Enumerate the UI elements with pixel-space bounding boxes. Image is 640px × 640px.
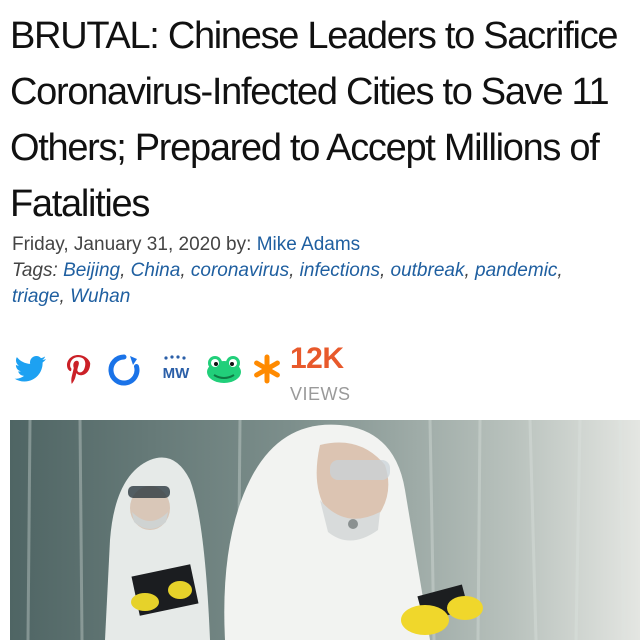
share-bar: MW 12K VIEWS: [14, 342, 414, 404]
article-meta: Friday, January 31, 2020 by: Mike Adams …: [12, 232, 637, 310]
gab-icon[interactable]: [204, 354, 244, 386]
by-label: by:: [220, 234, 257, 255]
pinterest-icon[interactable]: [64, 354, 92, 386]
tag-link-coronavirus[interactable]: coronavirus: [191, 260, 289, 281]
article-headline: BRUTAL: Chinese Leaders to Sacrifice Cor…: [10, 15, 619, 225]
tag-link-outbreak[interactable]: outbreak: [391, 260, 465, 281]
twitter-icon[interactable]: [14, 354, 48, 384]
tags-label: Tags:: [12, 260, 64, 281]
mewe-text: MW: [163, 365, 190, 382]
social-ring-icon[interactable]: [106, 354, 142, 386]
author-link[interactable]: Mike Adams: [257, 234, 360, 255]
hazmat-photo: [10, 420, 640, 640]
tag-link-china[interactable]: China: [131, 260, 181, 281]
tag-link-wuhan[interactable]: Wuhan: [70, 286, 130, 307]
hero-image: [10, 420, 640, 640]
star-icon[interactable]: [252, 354, 282, 384]
article-date: Friday, January 31, 2020: [12, 234, 221, 255]
views-label: VIEWS: [290, 384, 351, 404]
views-count: 12K: [290, 342, 344, 375]
tag-link-triage[interactable]: triage: [12, 286, 60, 307]
tags-line: Tags: Beijing, China, coronavirus, infec…: [12, 260, 563, 307]
byline: Friday, January 31, 2020 by: Mike Adams: [12, 232, 637, 258]
mewe-icon[interactable]: MW: [154, 354, 198, 386]
tag-link-beijing[interactable]: Beijing: [63, 260, 120, 281]
tag-link-pandemic[interactable]: pandemic: [475, 260, 557, 281]
tag-link-infections[interactable]: infections: [300, 260, 380, 281]
